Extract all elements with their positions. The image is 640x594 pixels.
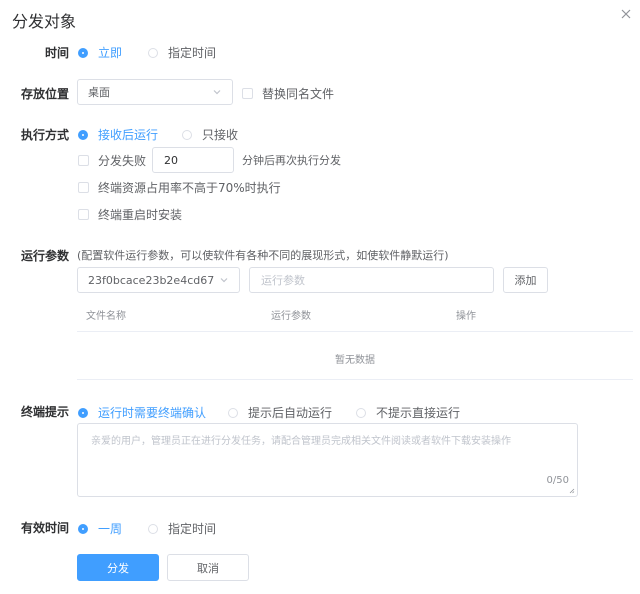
col-actions: 操作 (456, 311, 476, 322)
radio-dot-icon (78, 129, 88, 140)
dialog-title: 分发对象 (12, 12, 77, 31)
radio-dot-icon (78, 523, 88, 534)
prompt-message-placeholder: 亲爱的用户，管理员正在进行分发任务，请配合管理员完成相关文件阅读或者软件下载安装… (91, 436, 511, 447)
dist-fail-text: 分发失败 (98, 154, 147, 168)
exec-receive-only-radio[interactable]: 只接收 (182, 126, 238, 143)
radio-dot-icon (78, 47, 88, 58)
params-label: 运行参数 (21, 249, 70, 263)
params-hint: (配置软件运行参数，可以使软件有各种不同的展现形式，如使软件静默运行) (77, 249, 449, 262)
storage-location-value: 桌面 (88, 86, 110, 99)
install-on-restart-text: 终端重启时安装 (98, 208, 183, 222)
validity-label: 有效时间 (21, 521, 70, 535)
software-select-value: 23f0bcace23b2e4cd675e (88, 273, 215, 287)
char-counter: 0/50 (546, 475, 569, 486)
radio-dot-icon (356, 407, 366, 418)
col-run-params: 运行参数 (271, 311, 311, 322)
checkbox-box-icon (78, 182, 89, 193)
table-empty-text: 暂无数据 (335, 355, 375, 366)
radio-dot-icon (228, 407, 238, 418)
prompt-message-textarea[interactable]: 亲爱的用户，管理员正在进行分发任务，请配合管理员完成相关文件阅读或者软件下载安装… (77, 423, 578, 497)
cpu-threshold-text: 终端资源占用率不高于70%时执行 (98, 181, 281, 195)
replace-same-name-checkbox[interactable]: 替换同名文件 (242, 85, 334, 102)
time-label: 时间 (45, 46, 70, 60)
prompt-label: 终端提示 (21, 405, 70, 419)
params-table: 文件名称 运行参数 操作 暂无数据 (77, 300, 633, 380)
prompt-auto-run-text: 提示后自动运行 (248, 406, 333, 420)
run-params-input[interactable] (249, 267, 494, 293)
exec-run-after-receive-text: 接收后运行 (98, 128, 159, 142)
resize-grip-icon[interactable] (569, 488, 575, 494)
checkbox-box-icon (78, 209, 89, 220)
prompt-confirm-radio[interactable]: 运行时需要终端确认 (78, 404, 206, 421)
exec-label: 执行方式 (21, 128, 70, 142)
retry-minutes-input[interactable] (152, 147, 234, 173)
time-immediate-text: 立即 (98, 46, 123, 60)
retry-minutes-suffix: 分钟后再次执行分发 (242, 154, 341, 167)
add-param-button[interactable]: 添加 (503, 267, 548, 293)
checkbox-box-icon (242, 88, 253, 99)
storage-location-select[interactable]: 桌面 (77, 79, 233, 105)
prompt-confirm-text: 运行时需要终端确认 (98, 406, 207, 420)
time-immediate-radio[interactable]: 立即 (78, 44, 122, 61)
time-scheduled-radio[interactable]: 指定时间 (148, 44, 216, 61)
chevron-down-icon (213, 90, 221, 95)
validity-one-week-text: 一周 (98, 522, 123, 536)
prompt-no-prompt-text: 不提示直接运行 (376, 406, 461, 420)
exec-receive-only-text: 只接收 (202, 128, 239, 142)
time-scheduled-text: 指定时间 (168, 46, 217, 60)
chevron-down-icon (220, 278, 228, 283)
cancel-button[interactable]: 取消 (167, 554, 249, 581)
radio-dot-icon (148, 47, 158, 58)
prompt-no-prompt-radio[interactable]: 不提示直接运行 (356, 404, 460, 421)
radio-dot-icon (78, 407, 88, 418)
col-file-name: 文件名称 (86, 311, 126, 322)
prompt-auto-run-radio[interactable]: 提示后自动运行 (228, 404, 332, 421)
software-select[interactable]: 23f0bcace23b2e4cd675e (77, 267, 240, 293)
radio-dot-icon (182, 129, 192, 140)
distribute-button[interactable]: 分发 (77, 554, 159, 581)
install-on-restart-checkbox[interactable]: 终端重启时安装 (78, 206, 182, 223)
dist-fail-checkbox[interactable]: 分发失败 (78, 152, 146, 169)
table-bottom-divider (77, 379, 633, 380)
validity-one-week-radio[interactable]: 一周 (78, 520, 122, 537)
close-icon[interactable] (620, 8, 632, 20)
replace-same-name-text: 替换同名文件 (262, 87, 335, 101)
checkbox-box-icon (78, 155, 89, 166)
cpu-threshold-checkbox[interactable]: 终端资源占用率不高于70%时执行 (78, 179, 281, 196)
storage-label: 存放位置 (21, 87, 70, 101)
validity-scheduled-radio[interactable]: 指定时间 (148, 520, 216, 537)
radio-dot-icon (148, 523, 158, 534)
table-header-divider (77, 331, 633, 332)
exec-run-after-receive-radio[interactable]: 接收后运行 (78, 126, 158, 143)
validity-scheduled-text: 指定时间 (168, 522, 217, 536)
